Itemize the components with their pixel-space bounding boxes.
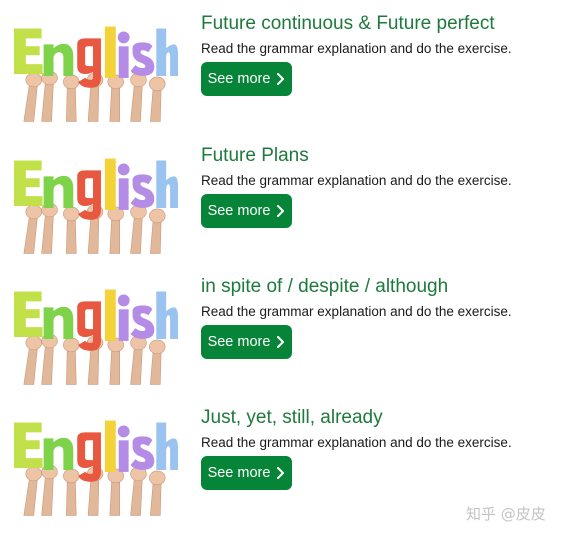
lesson-title[interactable]: Future continuous & Future perfect — [201, 12, 495, 36]
see-more-label: See more — [207, 465, 271, 481]
lesson-description: Read the grammar explanation and do the … — [201, 435, 512, 450]
lesson-card: Future continuous & Future perfect Read … — [0, 12, 568, 124]
see-more-button[interactable]: See more — [201, 325, 292, 359]
chevron-right-icon — [277, 467, 285, 479]
lesson-title[interactable]: Just, yet, still, already — [201, 406, 383, 430]
chevron-right-icon — [277, 336, 285, 348]
english-thumbnail — [13, 420, 179, 516]
english-thumbnail — [13, 289, 179, 385]
chevron-right-icon — [277, 73, 285, 85]
lesson-title[interactable]: in spite of / despite / although — [201, 275, 448, 299]
zhihu-watermark: 知乎 @皮皮 — [466, 505, 546, 523]
lesson-description: Read the grammar explanation and do the … — [201, 304, 512, 319]
see-more-label: See more — [207, 71, 271, 87]
see-more-label: See more — [207, 203, 271, 219]
lesson-card: Future Plans Read the grammar explanatio… — [0, 144, 568, 256]
see-more-label: See more — [207, 334, 271, 350]
lesson-description: Read the grammar explanation and do the … — [201, 41, 512, 56]
lesson-card: in spite of / despite / although Read th… — [0, 275, 568, 387]
lesson-card: Just, yet, still, already Read the gramm… — [0, 406, 568, 518]
english-thumbnail — [13, 26, 179, 122]
english-thumbnail — [13, 158, 179, 254]
see-more-button[interactable]: See more — [201, 62, 292, 96]
lesson-description: Read the grammar explanation and do the … — [201, 173, 512, 188]
lesson-title[interactable]: Future Plans — [201, 144, 309, 168]
see-more-button[interactable]: See more — [201, 194, 292, 228]
see-more-button[interactable]: See more — [201, 456, 292, 490]
chevron-right-icon — [277, 205, 285, 217]
